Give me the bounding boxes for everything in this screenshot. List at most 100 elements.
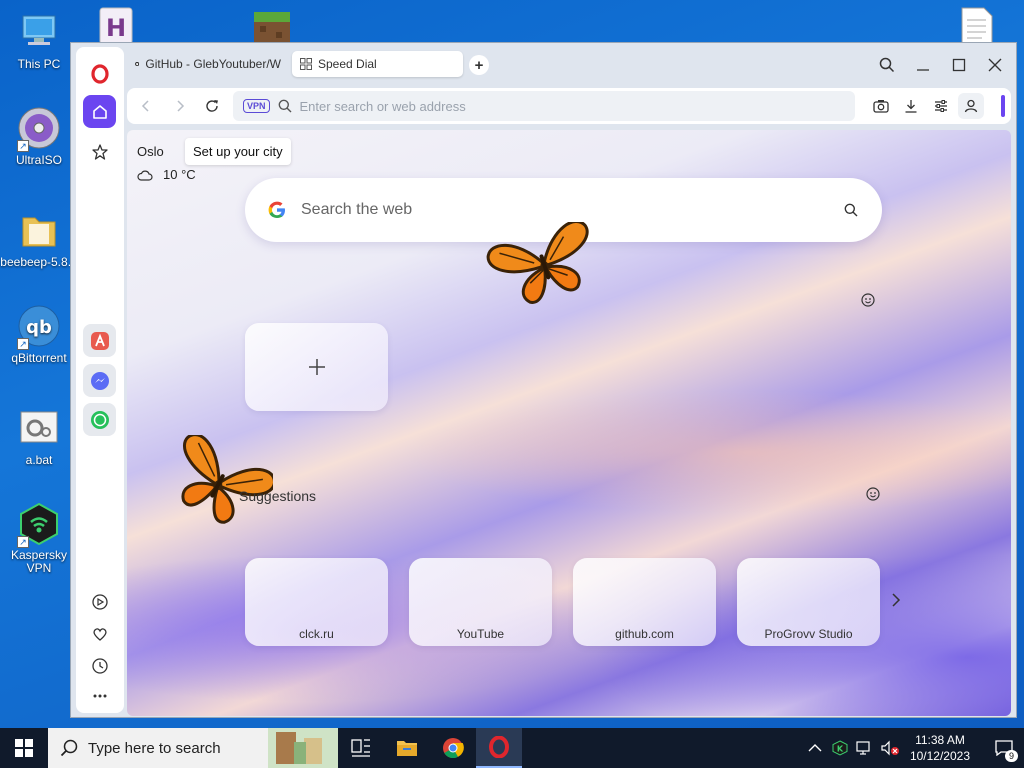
smiley-icon[interactable] <box>861 293 875 307</box>
pinboards-button[interactable] <box>83 617 116 650</box>
downloads-button[interactable] <box>900 95 922 117</box>
maximize-button[interactable] <box>947 53 971 77</box>
weather-tooltip[interactable]: Set up your city <box>185 138 291 165</box>
taskbar-search-placeholder: Type here to search <box>88 739 221 757</box>
text-file-icon[interactable] <box>958 6 998 46</box>
back-button[interactable] <box>135 95 157 117</box>
aria-button[interactable] <box>83 324 116 357</box>
network-icon[interactable] <box>856 740 874 756</box>
minimize-button[interactable] <box>911 53 935 77</box>
weather-temperature[interactable]: 10 °C <box>137 167 196 182</box>
taskbar-opera[interactable] <box>476 728 522 768</box>
weather-city[interactable]: Oslo <box>137 144 164 159</box>
home-icon <box>92 104 107 119</box>
kaspersky-tray-icon[interactable]: K <box>832 740 848 756</box>
close-button[interactable] <box>983 53 1007 77</box>
download-icon <box>905 100 917 113</box>
search-highlight-image <box>268 728 338 768</box>
play-circle-icon <box>91 593 108 610</box>
browser-sidebar <box>76 47 124 713</box>
chevron-right-icon[interactable] <box>891 593 901 607</box>
forward-arrow-icon <box>177 100 185 112</box>
windows-logo-icon <box>15 739 33 757</box>
clock-time: 11:38 AM <box>915 733 965 747</box>
shortcut-arrow-icon: ↗ <box>17 338 29 350</box>
cloud-icon <box>137 170 153 181</box>
sidebar-toggle-indicator[interactable] <box>1001 95 1005 117</box>
smiley-icon[interactable] <box>866 487 880 501</box>
start-button[interactable] <box>0 728 48 768</box>
desktop-icon-label: beebeep-5.8.6 <box>0 255 78 269</box>
desktop-icon-ultraiso[interactable]: ↗ UltraISO <box>4 106 74 167</box>
suggestion-label[interactable]: ProGrovv Studio <box>737 627 880 641</box>
add-speed-dial-tile[interactable] <box>245 323 388 411</box>
desktop-icon-a-bat[interactable]: a.bat <box>4 406 74 467</box>
computer-icon <box>17 10 61 54</box>
notification-center-button[interactable]: 9 <box>984 728 1024 768</box>
reload-icon <box>206 100 218 112</box>
opera-logo-icon <box>489 736 509 758</box>
system-tray: K 11:38 AM 10/12/2023 9 <box>808 728 1024 768</box>
history-button[interactable] <box>83 649 116 682</box>
home-button[interactable] <box>83 95 116 128</box>
url-field[interactable]: VPN Enter search or web address <box>233 91 855 121</box>
taskbar-search-box[interactable]: Type here to search <box>48 728 338 768</box>
desktop-icon-beebeep[interactable]: beebeep-5.8.6 <box>0 208 78 269</box>
forward-button[interactable] <box>169 95 191 117</box>
clock-date: 10/12/2023 <box>909 749 970 763</box>
disc-icon: ↗ <box>17 106 61 152</box>
messenger-button[interactable] <box>83 364 116 397</box>
taskbar-chrome[interactable] <box>430 728 476 768</box>
messenger-icon <box>90 371 109 390</box>
maximize-icon <box>952 58 966 72</box>
url-placeholder: Enter search or web address <box>299 98 466 114</box>
tab-title: Speed Dial <box>318 57 377 71</box>
chrome-icon <box>443 738 464 759</box>
desktop-icon-this-pc[interactable]: This PC <box>4 10 74 71</box>
tab-search-button[interactable] <box>875 53 899 77</box>
desktop-icon-kaspersky-vpn[interactable]: ↗ Kaspersky VPN <box>4 502 74 575</box>
camera-icon <box>873 100 889 113</box>
whatsapp-button[interactable] <box>83 403 116 436</box>
minecraft-icon[interactable] <box>252 6 292 46</box>
new-tab-button[interactable]: + <box>469 55 489 75</box>
easy-setup-button[interactable] <box>930 95 952 117</box>
suggestion-label[interactable]: clck.ru <box>245 627 388 641</box>
player-button[interactable] <box>83 585 116 618</box>
taskbar-clock[interactable]: 11:38 AM 10/12/2023 <box>910 732 970 764</box>
search-icon <box>278 99 292 113</box>
desktop-icon-label: qBittorrent <box>11 351 67 365</box>
profile-button[interactable] <box>958 93 984 119</box>
sidebar-more-button[interactable] <box>83 679 116 712</box>
kaspersky-vpn-icon: ↗ <box>17 502 61 548</box>
task-view-icon <box>351 739 370 757</box>
plus-icon <box>308 359 325 375</box>
search-icon[interactable] <box>844 203 858 217</box>
hex-editor-icon[interactable]: H <box>98 6 138 46</box>
heart-icon <box>92 627 107 641</box>
tab-title: GitHub - GlebYoutuber/W <box>145 57 281 71</box>
reload-button[interactable] <box>201 95 223 117</box>
desktop-icon-label: UltraISO <box>15 153 62 167</box>
bookmarks-button[interactable] <box>83 135 116 168</box>
tab-speed-dial[interactable]: Speed Dial <box>292 51 463 77</box>
svg-text:qb: qb <box>26 317 52 338</box>
volume-muted-icon[interactable] <box>880 740 900 756</box>
suggestion-label[interactable]: github.com <box>573 627 716 641</box>
taskbar-file-explorer[interactable] <box>384 728 430 768</box>
notification-count-badge: 9 <box>1004 750 1018 762</box>
browser-window: GitHub - GlebYoutuber/W Speed Dial + VPN… <box>70 42 1017 718</box>
task-view-button[interactable] <box>338 728 384 768</box>
suggestion-label[interactable]: YouTube <box>409 627 552 641</box>
chevron-up-icon[interactable] <box>808 743 822 753</box>
snapshot-button[interactable] <box>870 95 892 117</box>
windows-taskbar: Type here to search K 11:38 AM 10/12/202… <box>0 728 1024 768</box>
svg-text:H: H <box>106 14 126 42</box>
svg-text:K: K <box>837 745 844 754</box>
vpn-badge[interactable]: VPN <box>243 99 270 113</box>
back-arrow-icon <box>141 100 149 112</box>
folder-icon <box>397 741 417 756</box>
desktop-icon-qbittorrent[interactable]: qb ↗ qBittorrent <box>4 304 74 365</box>
tab-github[interactable]: GitHub - GlebYoutuber/W <box>127 51 289 77</box>
butterfly-decoration <box>181 435 273 524</box>
